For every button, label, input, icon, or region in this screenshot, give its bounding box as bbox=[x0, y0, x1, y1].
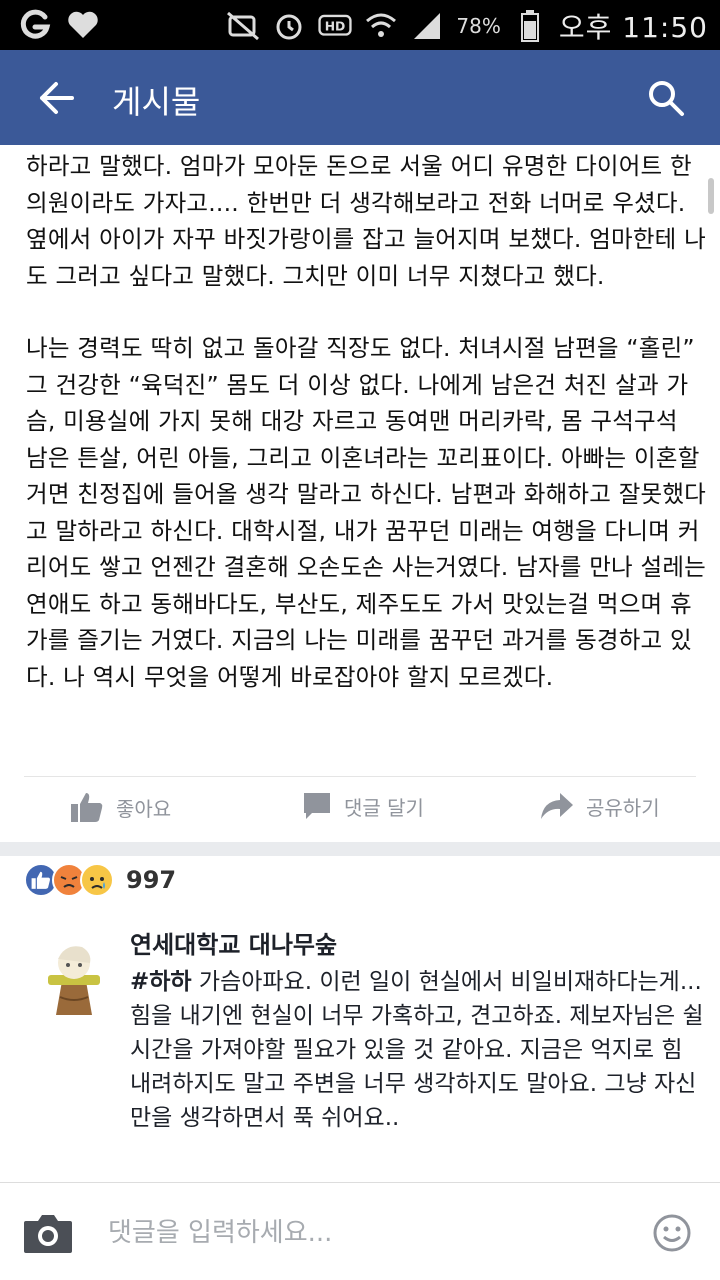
wifi-icon bbox=[364, 9, 398, 43]
notification-g-icon bbox=[18, 8, 52, 42]
share-button[interactable]: 공유하기 bbox=[540, 791, 660, 821]
post-paragraph: 하라고 말했다. 엄마가 모아둔 돈으로 서울 어디 유명한 다이어트 한의원이… bbox=[26, 152, 706, 290]
back-arrow-icon[interactable] bbox=[36, 78, 76, 118]
avatar[interactable] bbox=[36, 937, 112, 1017]
post-paragraph: 나는 경력도 딱히 없고 돌아갈 직장도 없다. 처녀시절 남편을 “홀린” 그… bbox=[26, 334, 706, 691]
page-title: 게시물 bbox=[112, 83, 201, 121]
search-icon[interactable] bbox=[646, 78, 686, 118]
post-action-bar: 좋아요 댓글 달기 공유하기 bbox=[24, 776, 696, 842]
section-divider bbox=[0, 842, 720, 856]
post-body: 하라고 말했다. 엄마가 모아둔 돈으로 서울 어디 유명한 다이어트 한의원이… bbox=[26, 148, 706, 768]
status-bar: HD 78% 오후 11:50 bbox=[0, 0, 720, 50]
battery-icon bbox=[513, 9, 547, 43]
comment-bubble-icon bbox=[304, 793, 330, 819]
clock: 오후 11:50 bbox=[558, 11, 708, 44]
share-label: 공유하기 bbox=[586, 795, 660, 820]
hd-icon: HD bbox=[318, 9, 353, 43]
comment-label: 댓글 달기 bbox=[344, 795, 424, 820]
alarm-icon bbox=[272, 9, 306, 43]
comment-button[interactable]: 댓글 달기 bbox=[302, 791, 424, 821]
comment-content: 연세대학교 대나무숲 #하하 가슴아파요. 이런 일이 현실에서 비일비재하다는… bbox=[130, 925, 710, 1135]
camera-icon[interactable] bbox=[22, 1211, 74, 1255]
emoji-smiley-icon[interactable] bbox=[652, 1213, 692, 1253]
comment-author[interactable]: 연세대학교 대나무숲 bbox=[130, 925, 710, 965]
like-label: 좋아요 bbox=[116, 796, 172, 821]
svg-text:HD: HD bbox=[325, 20, 346, 34]
sad-reaction-icon bbox=[80, 863, 114, 897]
battery-percent: 78% bbox=[456, 14, 501, 38]
heart-icon bbox=[66, 8, 100, 42]
hashtag-link[interactable]: #하하 bbox=[130, 969, 192, 995]
comment-item: 연세대학교 대나무숲 #하하 가슴아파요. 이런 일이 현실에서 비일비재하다는… bbox=[28, 925, 708, 1175]
thumbs-up-icon bbox=[71, 793, 103, 822]
scrollbar[interactable] bbox=[708, 178, 714, 214]
like-button[interactable]: 좋아요 bbox=[70, 791, 171, 823]
reaction-count: 997 bbox=[126, 866, 177, 894]
comment-text: #하하 가슴아파요. 이런 일이 현실에서 비일비재하다는게... 힘을 내기엔… bbox=[130, 965, 710, 1135]
comment-input[interactable] bbox=[108, 1213, 628, 1253]
comment-input-bar bbox=[0, 1182, 720, 1280]
comment-body: 가슴아파요. 이런 일이 현실에서 비일비재하다는게... 힘을 내기엔 현실이… bbox=[130, 969, 704, 1131]
share-arrow-icon bbox=[541, 793, 573, 819]
reactions-summary[interactable]: 997 bbox=[24, 862, 176, 898]
mute-icon bbox=[226, 9, 260, 43]
signal-icon bbox=[410, 9, 444, 43]
app-bar: 게시물 bbox=[0, 50, 720, 145]
